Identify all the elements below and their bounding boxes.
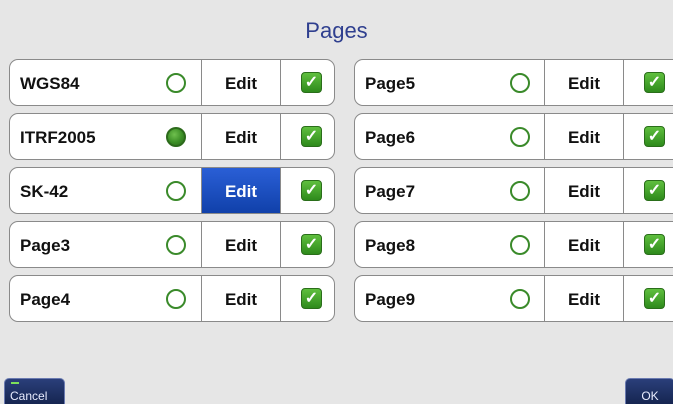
pages-column-left: WGS84 Edit ✓ ITRF2005 Edit ✓ SK-42 Edit … — [9, 59, 335, 329]
checkbox[interactable]: ✓ — [644, 72, 665, 93]
page-name: ITRF2005 — [20, 128, 96, 147]
edit-button-active[interactable]: Edit — [201, 168, 281, 213]
cancel-button[interactable]: Cancel — [4, 378, 65, 404]
checkbox[interactable]: ✓ — [301, 180, 322, 201]
page-row: Page9 Edit ✓ — [354, 275, 673, 322]
radio-button[interactable] — [166, 181, 186, 201]
radio-button[interactable] — [510, 73, 530, 93]
checkbox[interactable]: ✓ — [301, 288, 322, 309]
page-row: ITRF2005 Edit ✓ — [9, 113, 335, 160]
edit-button[interactable]: Edit — [201, 222, 281, 267]
radio-button-selected[interactable] — [166, 127, 186, 147]
page-name: WGS84 — [20, 74, 80, 93]
page-name: Page4 — [20, 290, 71, 309]
edit-button[interactable]: Edit — [544, 114, 624, 159]
checkbox[interactable]: ✓ — [301, 72, 322, 93]
edit-button[interactable]: Edit — [201, 276, 281, 321]
edit-button[interactable]: Edit — [544, 60, 624, 105]
edit-button[interactable]: Edit — [544, 276, 624, 321]
checkbox[interactable]: ✓ — [644, 234, 665, 255]
page-name: Page9 — [365, 290, 416, 309]
page-title: Pages — [305, 18, 368, 43]
page-name: Page6 — [365, 128, 416, 147]
radio-button[interactable] — [510, 181, 530, 201]
edit-button[interactable]: Edit — [544, 168, 624, 213]
page-name: SK-42 — [20, 182, 69, 201]
radio-button[interactable] — [166, 73, 186, 93]
radio-button[interactable] — [510, 127, 530, 147]
page-row: Page8 Edit ✓ — [354, 221, 673, 268]
page-row: Page4 Edit ✓ — [9, 275, 335, 322]
checkbox[interactable]: ✓ — [644, 288, 665, 309]
page-row: WGS84 Edit ✓ — [9, 59, 335, 106]
radio-button[interactable] — [166, 235, 186, 255]
page-row: Page5 Edit ✓ — [354, 59, 673, 106]
ok-button[interactable]: OK — [625, 378, 673, 404]
page-name: Page7 — [365, 182, 416, 201]
page-name: Page5 — [365, 74, 416, 93]
radio-button[interactable] — [510, 235, 530, 255]
pages-column-right: Page5 Edit ✓ Page6 Edit ✓ Page7 Edit ✓ P… — [354, 59, 673, 329]
edit-button[interactable]: Edit — [201, 60, 281, 105]
checkbox[interactable]: ✓ — [644, 126, 665, 147]
page-row: SK-42 Edit ✓ — [9, 167, 335, 214]
page-row: Page3 Edit ✓ — [9, 221, 335, 268]
page-row: Page7 Edit ✓ — [354, 167, 673, 214]
checkbox[interactable]: ✓ — [301, 234, 322, 255]
page-name: Page8 — [365, 236, 416, 255]
radio-button[interactable] — [166, 289, 186, 309]
page-name: Page3 — [20, 236, 71, 255]
edit-button[interactable]: Edit — [201, 114, 281, 159]
checkbox[interactable]: ✓ — [301, 126, 322, 147]
checkbox[interactable]: ✓ — [644, 180, 665, 201]
page-row: Page6 Edit ✓ — [354, 113, 673, 160]
edit-button[interactable]: Edit — [544, 222, 624, 267]
radio-button[interactable] — [510, 289, 530, 309]
